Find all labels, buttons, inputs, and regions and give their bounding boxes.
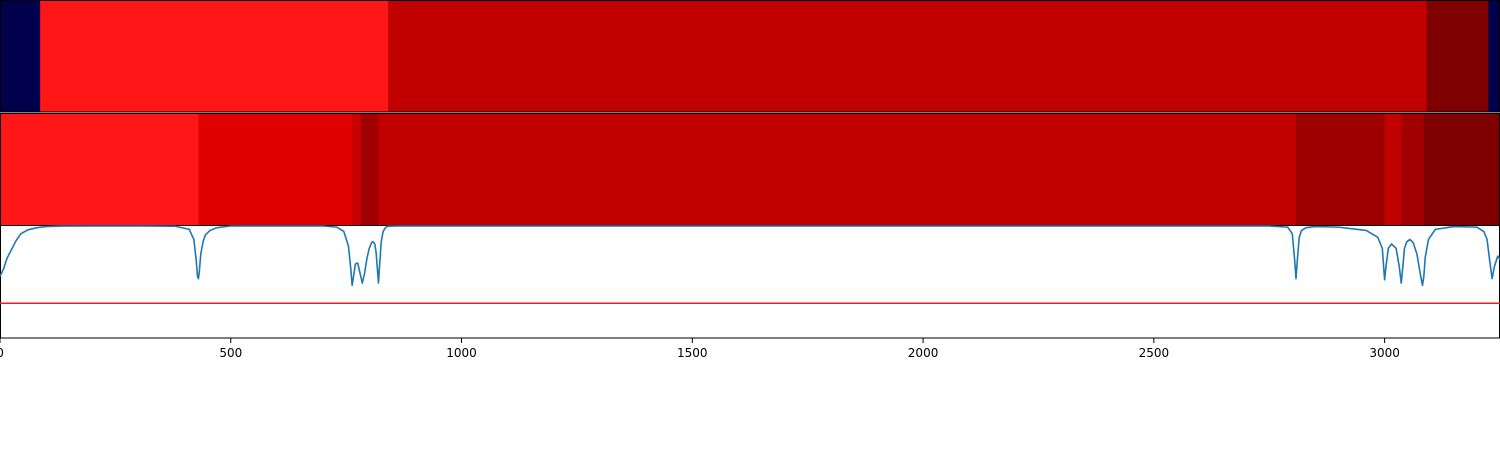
band-segment-row2-2 — [198, 113, 353, 226]
x-tick-label-500: 500 — [219, 346, 242, 360]
band-segment-row2-6 — [1296, 113, 1386, 226]
x-tick-label-2000: 2000 — [908, 346, 939, 360]
band-segment-row1-3 — [388, 0, 1428, 112]
band-row-top — [0, 0, 1500, 112]
band-segment-row2-3 — [352, 113, 362, 226]
x-tick-label-2500: 2500 — [1139, 346, 1170, 360]
band-segment-row2-4 — [360, 113, 379, 226]
band-segment-row1-2 — [40, 0, 389, 112]
x-tick-label-1500: 1500 — [677, 346, 708, 360]
band-row-bottom — [0, 113, 1500, 226]
x-tick-label-3000: 3000 — [1369, 346, 1400, 360]
band-segment-row1-5 — [1488, 0, 1500, 112]
band-segment-row1-1 — [0, 0, 41, 112]
band-segment-row2-1 — [0, 113, 199, 226]
band-segment-row2-8 — [1401, 113, 1425, 226]
band-segment-row1-4 — [1426, 0, 1489, 112]
band-segment-row2-5 — [378, 113, 1297, 226]
x-tick-label-1000: 1000 — [446, 346, 477, 360]
x-tick-label-0: 0 — [0, 346, 4, 360]
band-segment-row2-9 — [1423, 113, 1500, 226]
figure: 0 500 1000 1500 2000 2500 3000 — [0, 0, 1500, 450]
band-segment-row2-7 — [1384, 113, 1403, 226]
